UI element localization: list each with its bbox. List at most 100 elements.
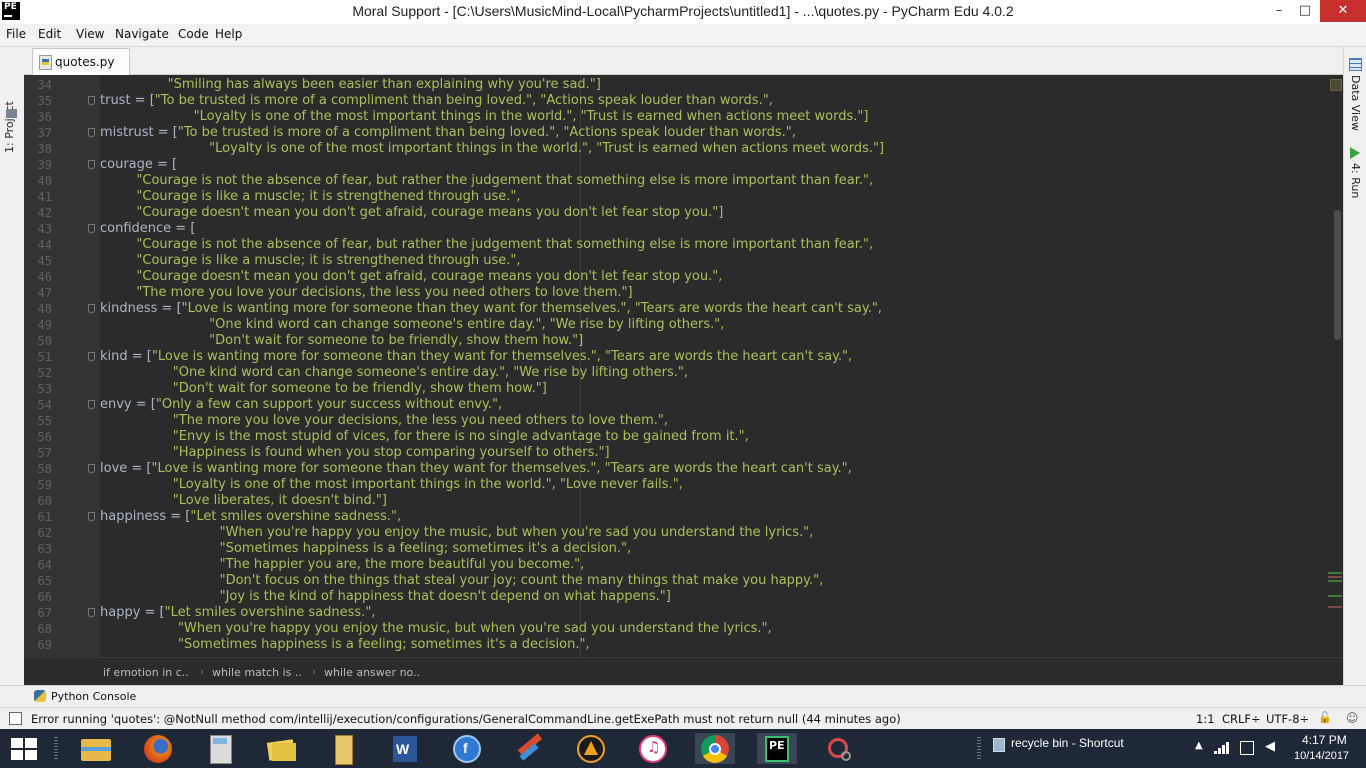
code-line[interactable]: "Don't wait for someone to be friendly, … [209,333,583,349]
code-line[interactable]: "Loyalty is one of the most important th… [194,109,869,125]
show-hidden-icons-icon[interactable]: ▲ [1195,740,1203,751]
volume-icon[interactable]: ◀ [1265,739,1275,754]
fold-marker-icon[interactable] [88,608,95,617]
maximize-button[interactable]: □ [1290,0,1320,22]
code-line[interactable]: "The more you love your decisions, the l… [136,285,632,301]
code-line[interactable]: "One kind word can change someone's enti… [173,365,688,381]
folder-icon[interactable] [323,733,363,765]
word-icon[interactable]: W [385,733,425,764]
fold-marker-icon[interactable] [88,512,95,521]
tab-quotes-py[interactable]: quotes.py [32,48,130,75]
change-marker[interactable] [1328,595,1342,597]
folders-icon[interactable] [262,733,302,764]
paint-icon[interactable] [509,733,549,764]
network-icon[interactable] [1214,742,1230,754]
caret-position[interactable]: 1:1 [1196,712,1215,726]
data-view-tool-tab[interactable]: Data View [1349,75,1362,131]
code-line[interactable]: "Love liberates, it doesn't bind."] [173,493,387,509]
code-line[interactable]: envy = ["Only a few can support your suc… [100,397,502,413]
fold-marker-icon[interactable] [88,464,95,473]
start-button[interactable] [11,738,37,760]
code-line[interactable]: "Loyalty is one of the most important th… [173,477,683,493]
vertical-scrollbar[interactable] [1331,75,1343,657]
code-line[interactable]: "One kind word can change someone's enti… [209,317,724,333]
fold-marker-icon[interactable] [88,160,95,169]
code-line[interactable]: "Courage doesn't mean you don't get afra… [136,205,723,221]
fold-marker-icon[interactable] [88,128,95,137]
change-marker[interactable] [1328,576,1342,578]
inspector-icon[interactable]: ☺ [1346,711,1359,725]
fold-marker-icon[interactable] [88,96,95,105]
breadcrumb-item[interactable]: if emotion in c.. [103,666,189,679]
status-message[interactable]: Error running 'quotes': @NotNull method … [31,712,901,726]
code-line[interactable]: "The more you love your decisions, the l… [173,413,668,429]
menu-navigate[interactable]: Navigate [115,27,169,41]
code-editor[interactable]: 34 "Smiling has always been easier than e… [24,75,1343,657]
code-line[interactable]: "When you're happy you enjoy the music, … [178,621,772,637]
nightly-app-icon[interactable]: f [447,733,487,764]
code-line[interactable]: "Smiling has always been easier than exp… [168,77,601,93]
fold-marker-icon[interactable] [88,304,95,313]
fold-marker-icon[interactable] [88,224,95,233]
code-line[interactable]: "Courage is not the absence of fear, but… [136,237,873,253]
line-separator[interactable]: CRLF÷ [1222,712,1261,726]
menu-help[interactable]: Help [215,27,242,41]
code-line[interactable]: courage = [ [100,157,177,173]
breadcrumb-item[interactable]: while match is .. [212,666,302,679]
lock-icon[interactable]: 🔓 [1318,711,1332,724]
vlc-icon[interactable] [571,733,611,764]
fold-marker-icon[interactable] [88,352,95,361]
chrome-icon[interactable] [695,733,735,764]
code-line[interactable]: "Happiness is found when you stop compar… [173,445,610,461]
firefox-icon[interactable] [138,733,178,764]
calculator-icon[interactable] [200,733,240,764]
code-line[interactable]: "Sometimes happiness is a feeling; somet… [178,637,590,653]
menu-code[interactable]: Code [178,27,209,41]
inspection-status-icon[interactable] [1330,79,1342,91]
code-line[interactable]: confidence = [ [100,221,195,237]
code-line[interactable]: love = ["Love is wanting more for someon… [100,461,852,477]
code-line[interactable]: "Courage is like a muscle; it is strengt… [136,253,520,269]
scrollbar-thumb[interactable] [1334,210,1341,340]
string-token: "The more you love your decisions, the l… [136,285,633,300]
code-line[interactable]: "Don't focus on the things that steal yo… [220,573,824,589]
breadcrumb-item[interactable]: while answer no.. [324,666,420,679]
run-tool-tab[interactable]: 4: Run [1349,163,1362,198]
close-button[interactable]: ✕ [1320,0,1366,22]
change-marker[interactable] [1328,572,1342,574]
code-line[interactable]: trust = ["To be trusted is more of a com… [100,93,773,109]
clock-time[interactable]: 4:17 PM [1302,733,1347,747]
clock-date[interactable]: 10/14/2017 [1294,750,1349,762]
pycharm-edu-icon[interactable]: PE [757,733,797,764]
code-line[interactable]: "Envy is the most stupid of vices, for t… [173,429,749,445]
snipping-tool-icon[interactable] [819,733,859,764]
battery-icon[interactable] [1240,741,1254,755]
file-explorer-icon[interactable] [77,733,117,764]
code-line[interactable]: kindness = ["Love is wanting more for so… [100,301,882,317]
code-line[interactable]: "Joy is the kind of happiness that doesn… [220,589,671,605]
change-marker[interactable] [1328,580,1342,582]
code-line[interactable]: "Sometimes happiness is a feeling; somet… [220,541,632,557]
python-console-tab[interactable]: Python Console [51,690,136,703]
menu-file[interactable]: File [6,27,26,41]
code-line[interactable]: "When you're happy you enjoy the music, … [220,525,814,541]
code-line[interactable]: "Loyalty is one of the most important th… [209,141,884,157]
code-line[interactable]: "Don't wait for someone to be friendly, … [173,381,547,397]
fold-marker-icon[interactable] [88,400,95,409]
tool-windows-toggle-icon[interactable] [9,712,22,725]
code-line[interactable]: mistrust = ["To be trusted is more of a … [100,125,796,141]
change-marker[interactable] [1328,606,1342,608]
recycle-bin-shortcut[interactable]: recycle bin - Shortcut [1011,736,1124,750]
code-line[interactable]: "The happier you are, the more beautiful… [220,557,585,573]
code-line[interactable]: "Courage is not the absence of fear, but… [136,173,873,189]
code-line[interactable]: kind = ["Love is wanting more for someon… [100,349,852,365]
code-line[interactable]: "Courage is like a muscle; it is strengt… [136,189,520,205]
code-line[interactable]: "Courage doesn't mean you don't get afra… [136,269,722,285]
menu-view[interactable]: View [76,27,104,41]
itunes-icon[interactable]: ♫ [633,733,673,764]
identifier-token: envy = [ [100,397,156,412]
code-line[interactable]: happiness = ["Let smiles overshine sadne… [100,509,401,525]
file-encoding[interactable]: UTF-8÷ [1266,712,1309,726]
code-line[interactable]: happy = ["Let smiles overshine sadness."… [100,605,375,621]
menu-edit[interactable]: Edit [38,27,61,41]
